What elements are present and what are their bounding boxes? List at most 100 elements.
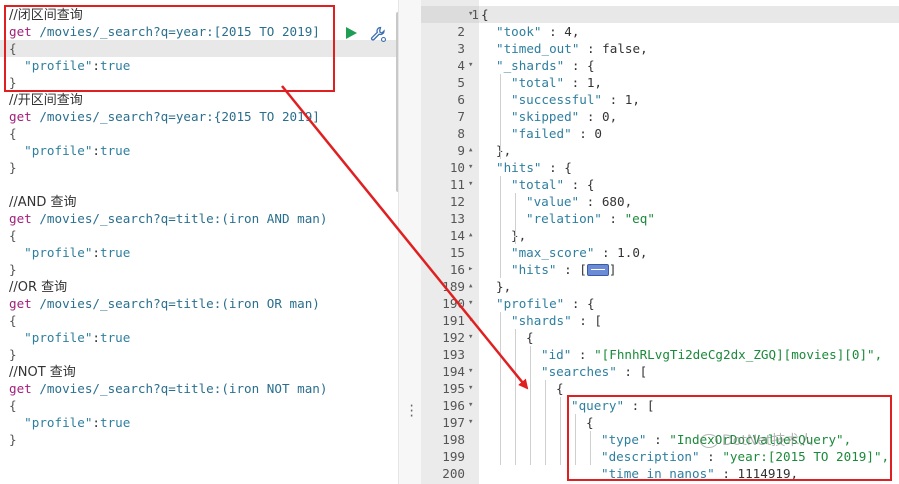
editor-line[interactable]: } [9, 159, 17, 176]
line-number: 3 [457, 41, 465, 56]
json-key: "id" [541, 347, 572, 362]
line-number: 192 [442, 330, 465, 345]
editor-line[interactable]: //OR 查询 [9, 278, 67, 295]
line-number: 5 [457, 75, 465, 90]
json-value: 1.0, [617, 245, 648, 260]
editor-line[interactable]: //NOT 查询 [9, 363, 76, 380]
line-number: 195 [442, 381, 465, 396]
json-key: "total" [511, 75, 565, 90]
editor-line[interactable]: "profile":true [9, 57, 130, 74]
fold-toggle-icon[interactable]: ▾ [468, 176, 477, 193]
comment-text: //NOT 查询 [9, 365, 76, 380]
json-brace: { [556, 381, 564, 396]
json-separator: : [601, 211, 625, 226]
editor-line[interactable]: get /movies/_search?q=title:(iron OR man… [9, 295, 320, 312]
indent-guide [590, 431, 591, 465]
http-method: get [9, 109, 32, 124]
line-number: 16 [449, 262, 465, 277]
json-value: [ [579, 262, 587, 277]
json-key: "description" [601, 449, 700, 464]
editor-line[interactable]: "profile":true [9, 329, 130, 346]
json-value: 1114919, [737, 466, 799, 481]
json-value: 680, [601, 194, 633, 209]
json-string: "year:[2015 TO 2019]", [722, 449, 890, 464]
editor-line[interactable]: //AND 查询 [9, 193, 77, 210]
response-line: "hits" : [] [511, 261, 616, 278]
fold-toggle-icon[interactable]: ▴ [468, 227, 477, 244]
editor-line[interactable]: } [9, 346, 17, 363]
editor-line[interactable]: { [9, 125, 17, 142]
editor-line[interactable]: { [9, 397, 17, 414]
line-number: 12 [449, 194, 465, 209]
json-value: true [100, 143, 131, 158]
brace: { [9, 398, 17, 413]
indent-guide [500, 176, 501, 278]
response-line: "timed_out" : false, [496, 40, 648, 57]
editor-line[interactable]: get /movies/_search?q=year:[2015 TO 2019… [9, 23, 320, 40]
json-separator: : [564, 296, 587, 311]
editor-line[interactable]: { [9, 227, 17, 244]
watermark: DotNet技术人 [700, 430, 813, 450]
request-editor[interactable]: //闭区间查询 get /movies/_search?q=year:[2015 … [0, 0, 398, 484]
response-line: "time_in_nanos" : 1114919, [601, 465, 798, 482]
json-value: 0 [594, 126, 603, 141]
fold-toggle-icon[interactable]: ▾ [468, 329, 477, 346]
json-key: "type" [601, 432, 647, 447]
brace: } [9, 75, 17, 90]
json-key: "total" [511, 177, 565, 192]
comment-text: //OR 查询 [9, 280, 68, 295]
line-number: 191 [442, 313, 465, 328]
fold-toggle-icon[interactable]: ▾ [468, 380, 477, 397]
play-icon[interactable] [344, 26, 358, 40]
json-separator: : [714, 466, 738, 481]
line-number: 4 [457, 58, 465, 73]
brace: { [9, 126, 17, 141]
editor-line[interactable]: "profile":true [9, 414, 130, 431]
line-number: 199 [442, 449, 465, 464]
editor-line[interactable]: //闭区间查询 [9, 6, 83, 23]
json-value: 1, [624, 92, 640, 107]
editor-line[interactable]: } [9, 431, 17, 448]
editor-line[interactable]: get /movies/_search?q=title:(iron NOT ma… [9, 380, 327, 397]
fold-toggle-icon[interactable]: ▾ [468, 397, 477, 414]
json-separator: : [564, 58, 587, 73]
line-number: 200 [442, 466, 465, 481]
fold-toggle-icon[interactable]: ▾ [468, 363, 477, 380]
wrench-icon[interactable] [369, 25, 387, 43]
fold-toggle-icon[interactable]: ▾ [468, 57, 477, 74]
response-line: }, [496, 142, 511, 159]
editor-line[interactable]: { [9, 312, 17, 329]
json-separator: : [602, 92, 625, 107]
json-value: [ [594, 313, 603, 328]
line-number: 15 [449, 245, 465, 260]
response-line: "total" : { [511, 176, 594, 193]
request-url: /movies/_search?q=title:(iron OR man) [39, 296, 320, 311]
line-number: 10 [449, 160, 465, 175]
json-string: "eq" [624, 211, 655, 226]
response-line: "_shards" : { [496, 57, 595, 74]
response-line: "successful" : 1, [511, 91, 640, 108]
json-separator: : [594, 245, 618, 260]
collapsed-array-icon[interactable] [586, 263, 609, 276]
fold-toggle-icon[interactable]: ▾ [468, 159, 477, 176]
fold-toggle-icon[interactable]: ▾ [468, 312, 477, 329]
editor-line[interactable]: get /movies/_search?q=year:{2015 TO 2019… [9, 108, 320, 125]
editor-line[interactable]: get /movies/_search?q=title:(iron AND ma… [9, 210, 327, 227]
json-key: "skipped" [511, 109, 580, 124]
editor-line[interactable]: "profile":true [9, 142, 130, 159]
fold-toggle-icon[interactable]: ▾ [468, 414, 477, 431]
fold-toggle-icon[interactable]: ▾ [468, 6, 477, 23]
fold-toggle-icon[interactable]: ▸ [468, 261, 477, 278]
editor-line[interactable]: } [9, 74, 17, 91]
editor-line[interactable]: { [0, 40, 398, 57]
fold-toggle-icon[interactable]: ▴ [468, 142, 477, 159]
editor-line[interactable]: "profile":true [9, 244, 130, 261]
editor-line[interactable]: } [9, 261, 17, 278]
editor-line[interactable]: //开区间查询 [9, 91, 83, 108]
fold-toggle-icon[interactable]: ▾ [468, 295, 477, 312]
watermark-text: DotNet技术人 [722, 433, 814, 449]
resize-handle-icon[interactable]: · · · [408, 400, 415, 422]
json-key: "profile" [24, 58, 93, 73]
response-line: "id" : "[FhnhRLvgTi2deCg2dx_ZGQ][movies]… [541, 346, 882, 363]
fold-toggle-icon[interactable]: ▴ [468, 278, 477, 295]
